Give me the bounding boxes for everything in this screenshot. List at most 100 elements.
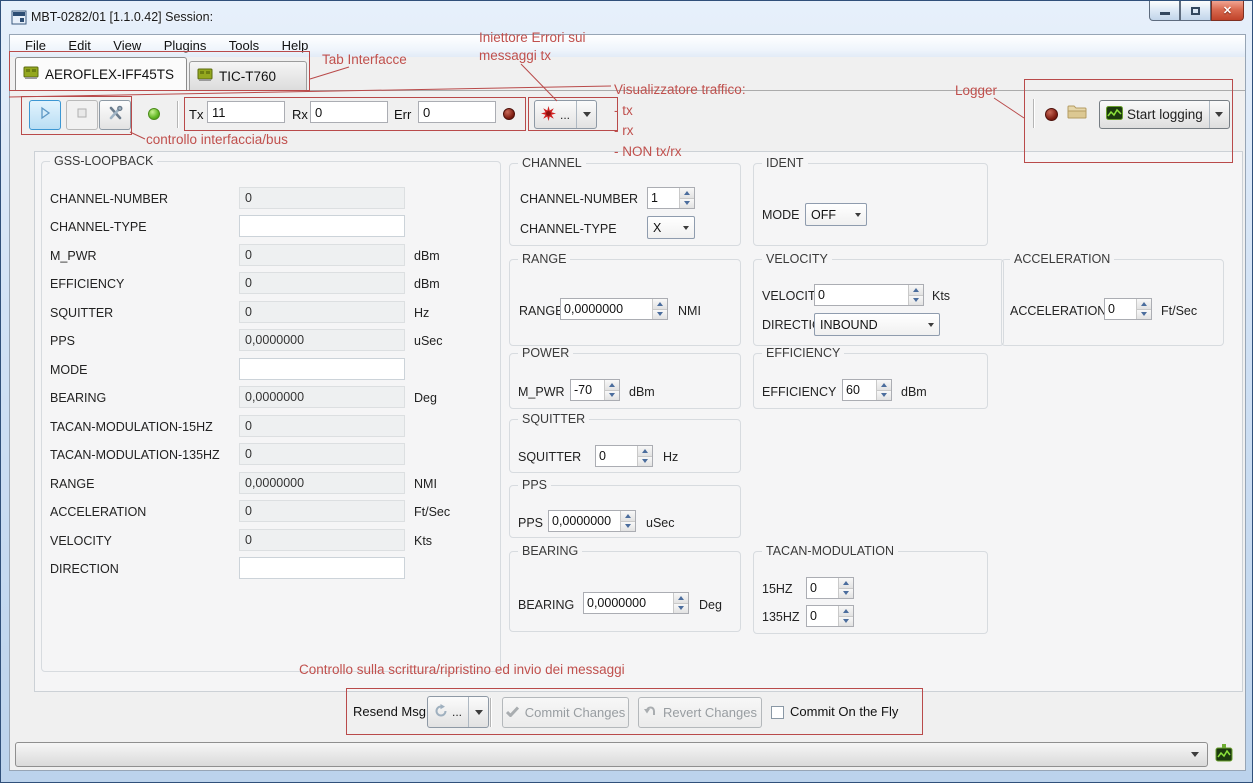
gss-m-pwr-field: 0 [239, 244, 405, 266]
pps-spinner[interactable]: 0,0000000 [548, 510, 636, 532]
rx-label: Rx [292, 107, 308, 122]
spinner-arrows-icon[interactable] [637, 446, 652, 466]
message-selector-dropdown[interactable] [15, 742, 1208, 767]
acceleration-spinner[interactable]: 0 [1104, 298, 1152, 320]
tab-aeroflex-iff45ts[interactable]: AEROFLEX-IFF45TS [15, 57, 187, 91]
chevron-down-icon [683, 226, 689, 230]
resend-dropdown-arrow[interactable] [468, 697, 488, 727]
direction-dropdown[interactable]: INBOUND [814, 313, 940, 336]
resend-msg-button[interactable]: ... [427, 696, 489, 728]
spinner-arrows-icon[interactable] [876, 380, 891, 400]
group-title: VELOCITY [762, 252, 832, 266]
injector-dropdown-arrow[interactable] [576, 101, 596, 128]
error-injector-button[interactable]: ... [534, 100, 597, 129]
log-chart-icon-small[interactable] [1215, 744, 1233, 769]
stop-icon [76, 106, 88, 124]
group-tacan-modulation: TACAN-MODULATION 15HZ 0 135HZ 0 [753, 551, 988, 634]
group-channel: CHANNEL CHANNEL-NUMBER 1 CHANNEL-TYPE X [509, 163, 741, 246]
start-bus-button[interactable] [29, 100, 61, 130]
gss-tacan-15hz-field: 0 [239, 415, 405, 437]
stop-bus-button[interactable] [66, 100, 98, 130]
commit-on-the-fly-label: Commit On the Fly [790, 704, 898, 719]
commit-changes-button[interactable]: Commit Changes [502, 697, 629, 728]
channel-number-spinner[interactable]: 1 [647, 187, 695, 209]
commit-on-the-fly-checkbox[interactable] [771, 706, 784, 719]
group-range: RANGE RANGE 0,0000000 NMI [509, 259, 741, 346]
group-title: SQUITTER [518, 412, 589, 426]
gss-range-field: 0,0000000 [239, 472, 405, 494]
start-logging-button[interactable]: Start logging [1099, 100, 1230, 129]
open-log-folder-icon[interactable] [1067, 103, 1087, 125]
tab-label: AEROFLEX-IFF45TS [45, 67, 174, 82]
chevron-down-icon [475, 710, 483, 715]
application-window: MBT-0282/01 [1.1.0.42] Session: ✕ File E… [0, 0, 1253, 783]
gss-tacan-135hz-field: 0 [239, 443, 405, 465]
squitter-spinner[interactable]: 0 [595, 445, 653, 467]
spinner-arrows-icon[interactable] [838, 578, 853, 598]
menu-bar: File Edit View Plugins Tools Help [10, 35, 1245, 57]
spinner-arrows-icon[interactable] [673, 593, 688, 613]
group-velocity: VELOCITY VELOCITY 0 Kts DIRECTION INBOUN… [753, 259, 1004, 346]
rx-count-field[interactable]: 0 [310, 101, 388, 123]
chevron-down-icon [855, 213, 861, 217]
velocity-spinner[interactable]: 0 [814, 284, 924, 306]
resend-ellipsis: ... [452, 705, 462, 719]
err-count-field[interactable]: 0 [418, 101, 496, 123]
spinner-arrows-icon[interactable] [620, 511, 635, 531]
group-title: EFFICIENCY [762, 346, 844, 360]
minimize-button[interactable] [1149, 1, 1180, 21]
gss-velocity-field: 0 [239, 529, 405, 551]
group-title: ACCELERATION [1010, 252, 1114, 266]
chevron-down-icon [1191, 752, 1199, 757]
chevron-down-icon [928, 323, 934, 327]
chevron-down-icon [1215, 112, 1223, 117]
tx-count-field[interactable]: 11 [207, 101, 285, 123]
tx-label: Tx [189, 107, 203, 122]
group-title: RANGE [518, 252, 570, 266]
revert-changes-button[interactable]: Revert Changes [638, 697, 762, 728]
tacan-135hz-spinner[interactable]: 0 [806, 605, 854, 627]
device-chip-icon [197, 68, 213, 85]
group-title: BEARING [518, 544, 582, 558]
gss-channel-type-field [239, 215, 405, 237]
close-button[interactable]: ✕ [1211, 1, 1244, 21]
log-chart-icon [1106, 106, 1123, 123]
gss-squitter-field: 0 [239, 301, 405, 323]
spinner-arrows-icon[interactable] [838, 606, 853, 626]
menu-view[interactable]: View [104, 35, 150, 56]
bus-status-led [148, 108, 160, 120]
err-label: Err [394, 107, 411, 122]
menu-file[interactable]: File [16, 35, 55, 56]
group-acceleration: ACCELERATION ACCELERATION 0 Ft/Sec [1001, 259, 1224, 346]
group-title: GSS-LOOPBACK [50, 154, 157, 168]
menu-tools[interactable]: Tools [220, 35, 268, 56]
m-pwr-spinner[interactable]: -70 [570, 379, 620, 401]
group-squitter: SQUITTER SQUITTER 0 Hz [509, 419, 741, 473]
chevron-down-icon [583, 112, 591, 117]
tab-tic-t760[interactable]: TIC-T760 [189, 61, 307, 90]
spinner-arrows-icon[interactable] [908, 285, 923, 305]
logging-dropdown-arrow[interactable] [1209, 101, 1229, 128]
menu-edit[interactable]: Edit [59, 35, 99, 56]
maximize-button[interactable] [1180, 1, 1211, 21]
group-title: IDENT [762, 156, 808, 170]
spinner-arrows-icon[interactable] [604, 380, 619, 400]
spinner-arrows-icon[interactable] [1136, 299, 1151, 319]
app-icon [11, 10, 27, 30]
bus-settings-button[interactable] [99, 100, 131, 130]
spinner-arrows-icon[interactable] [652, 299, 667, 319]
efficiency-spinner[interactable]: 60 [842, 379, 892, 401]
spinner-arrows-icon[interactable] [679, 188, 694, 208]
channel-type-dropdown[interactable]: X [647, 216, 695, 239]
maximize-icon [1191, 7, 1200, 15]
group-ident: IDENT MODE OFF [753, 163, 988, 246]
bottom-separator [490, 698, 491, 727]
menu-plugins[interactable]: Plugins [155, 35, 216, 56]
ident-mode-dropdown[interactable]: OFF [805, 203, 867, 226]
group-efficiency: EFFICIENCY EFFICIENCY 60 dBm [753, 353, 988, 409]
bearing-spinner[interactable]: 0,0000000 [583, 592, 689, 614]
tacan-15hz-spinner[interactable]: 0 [806, 577, 854, 599]
range-spinner[interactable]: 0,0000000 [560, 298, 668, 320]
revert-undo-icon [643, 705, 657, 720]
menu-help[interactable]: Help [273, 35, 318, 56]
